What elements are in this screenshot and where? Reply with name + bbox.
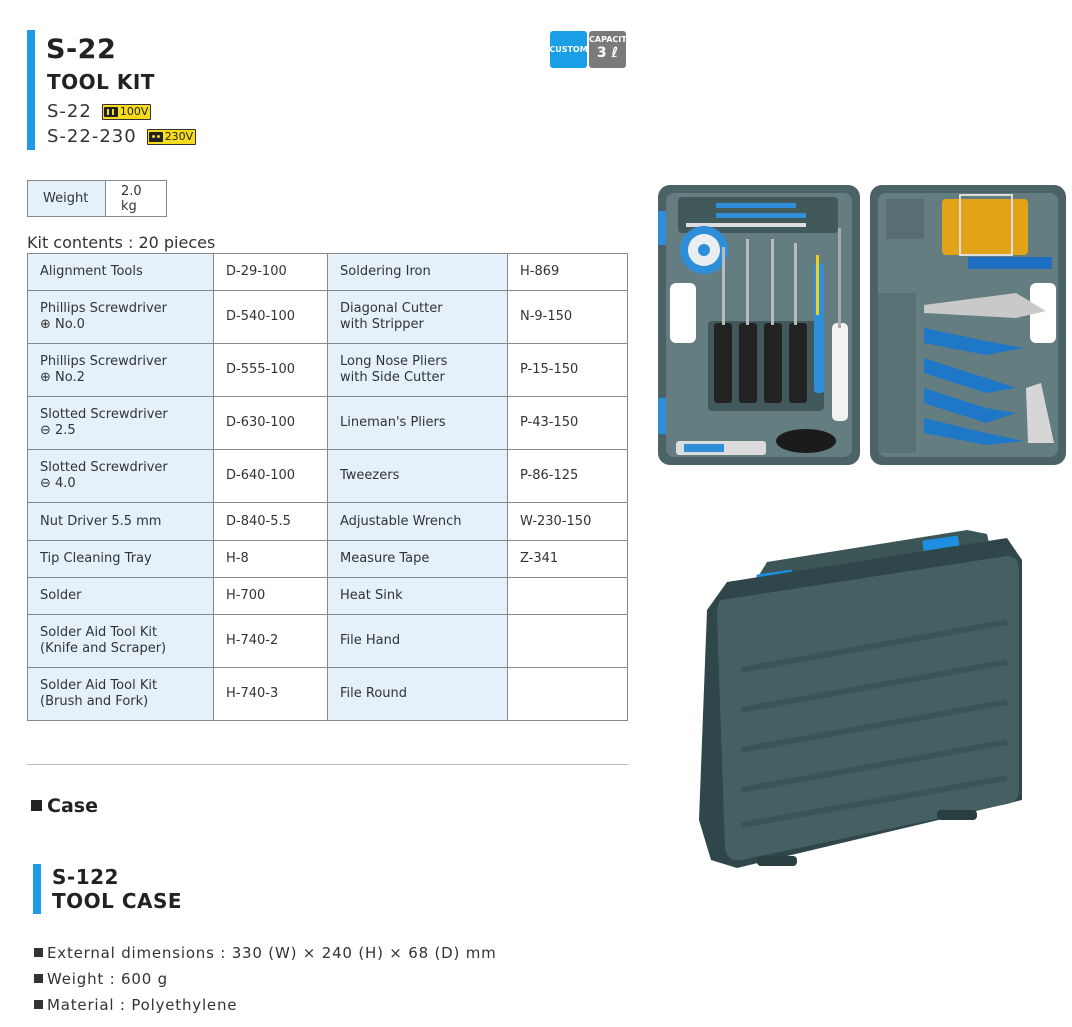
spec-material: Material : Polyethylene bbox=[34, 996, 237, 1014]
item-code: H-8 bbox=[213, 540, 328, 578]
spec-dimensions: External dimensions : 330 (W) × 240 (H) … bbox=[34, 944, 497, 962]
item-name: Nut Driver 5.5 mm bbox=[27, 502, 214, 541]
case-code: S-122 bbox=[52, 865, 119, 889]
voltage-badge: 100V bbox=[101, 103, 152, 120]
spec-text: Weight : 600 g bbox=[47, 970, 168, 988]
table-row: Solder H-700 Heat Sink bbox=[27, 577, 628, 615]
spec-text: Material : Polyethylene bbox=[47, 996, 238, 1014]
title-accent-bar bbox=[27, 30, 35, 150]
contents-table: Alignment Tools D-29-100 Soldering Iron H-8… bbox=[27, 253, 628, 721]
item-name: Phillips Screwdriver ⊕ No.2 bbox=[27, 343, 214, 397]
item-name: Tweezers bbox=[327, 449, 508, 503]
table-row: Phillips Screwdriver ⊕ No.2 D-555-100 Long… bbox=[27, 343, 628, 397]
item-name: Heat Sink bbox=[327, 577, 508, 615]
spec-weight: Weight : 600 g bbox=[34, 970, 168, 988]
item-code: D-630-100 bbox=[213, 396, 328, 450]
item-code: D-555-100 bbox=[213, 343, 328, 397]
product-name: TOOL KIT bbox=[47, 70, 155, 94]
item-code: P-86-125 bbox=[507, 449, 628, 503]
spec-text: External dimensions : 330 (W) × 240 (H) … bbox=[47, 944, 497, 962]
weight-table: Weight 2.0 kg bbox=[27, 180, 167, 217]
square-bullet-icon bbox=[34, 974, 43, 983]
item-code: P-43-150 bbox=[507, 396, 628, 450]
open-tool-kit-photo bbox=[658, 185, 1066, 465]
item-name: Alignment Tools bbox=[27, 253, 214, 291]
custom-badge: CUSTOM bbox=[549, 31, 588, 68]
table-row: Solder Aid Tool Kit (Knife and Scraper) H… bbox=[27, 614, 628, 668]
item-name: Solder bbox=[27, 577, 214, 615]
table-row: Tip Cleaning Tray H-8 Measure Tape Z-341 bbox=[27, 540, 628, 578]
item-name: Diagonal Cutter with Stripper bbox=[327, 290, 508, 344]
square-bullet-icon bbox=[34, 948, 43, 957]
round-plug-icon bbox=[148, 131, 163, 142]
item-code: H-740-3 bbox=[213, 667, 328, 721]
item-name: File Round bbox=[327, 667, 508, 721]
item-name: Lineman's Pliers bbox=[327, 396, 508, 450]
variant-100v: S-22 100V bbox=[47, 101, 152, 122]
kit-contents-label: Kit contents : 20 pieces bbox=[27, 233, 216, 252]
voltage-label: 100V bbox=[119, 104, 149, 118]
item-code bbox=[507, 667, 628, 721]
item-name: Solder Aid Tool Kit (Knife and Scraper) bbox=[27, 614, 214, 668]
variant-code: S-22 bbox=[47, 101, 92, 122]
variant-230v: S-22-230 230V bbox=[47, 126, 197, 147]
item-code: D-840-5.5 bbox=[213, 502, 328, 541]
capacity-badge: CAPACITY 3 ℓ bbox=[589, 31, 633, 68]
item-code: D-640-100 bbox=[213, 449, 328, 503]
item-code: P-15-150 bbox=[507, 343, 628, 397]
closed-tool-case-photo bbox=[699, 530, 1022, 868]
case-name: TOOL CASE bbox=[52, 889, 183, 913]
item-code: Z-341 bbox=[507, 540, 628, 578]
item-code: D-540-100 bbox=[213, 290, 328, 344]
capacity-label: CAPACITY bbox=[589, 35, 633, 44]
section-divider bbox=[27, 764, 628, 765]
voltage-badge: 230V bbox=[146, 128, 197, 145]
variant-code: S-22-230 bbox=[47, 126, 137, 147]
item-name: Slotted Screwdriver ⊖ 4.0 bbox=[27, 449, 214, 503]
item-code: H-869 bbox=[507, 253, 628, 291]
weight-value: 2.0 kg bbox=[105, 180, 167, 217]
product-code: S-22 bbox=[46, 34, 117, 65]
item-name: Tip Cleaning Tray bbox=[27, 540, 214, 578]
item-name: Solder Aid Tool Kit (Brush and Fork) bbox=[27, 667, 214, 721]
item-name: Adjustable Wrench bbox=[327, 502, 508, 541]
item-code bbox=[507, 614, 628, 668]
case-accent-bar bbox=[33, 864, 41, 914]
item-name: Phillips Screwdriver ⊕ No.0 bbox=[27, 290, 214, 344]
table-row: Phillips Screwdriver ⊕ No.0 D-540-100 Diag… bbox=[27, 290, 628, 344]
item-name: File Hand bbox=[327, 614, 508, 668]
voltage-label: 230V bbox=[164, 129, 194, 143]
capacity-value: 3 ℓ bbox=[596, 45, 619, 61]
square-bullet-icon bbox=[34, 1000, 43, 1009]
item-name: Slotted Screwdriver ⊖ 2.5 bbox=[27, 396, 214, 450]
item-name: Soldering Iron bbox=[327, 253, 508, 291]
table-row: Solder Aid Tool Kit (Brush and Fork) H-74… bbox=[27, 667, 628, 721]
table-row: Slotted Screwdriver ⊖ 4.0 D-640-100 Tweeze… bbox=[27, 449, 628, 503]
item-code: N-9-150 bbox=[507, 290, 628, 344]
item-code bbox=[507, 577, 628, 615]
item-code: H-740-2 bbox=[213, 614, 328, 668]
item-code: D-29-100 bbox=[213, 253, 328, 291]
table-row: Alignment Tools D-29-100 Soldering Iron H-8… bbox=[27, 253, 628, 291]
table-row: Slotted Screwdriver ⊖ 2.5 D-630-100 Linema… bbox=[27, 396, 628, 450]
case-heading: Case bbox=[31, 795, 98, 817]
item-name: Measure Tape bbox=[327, 540, 508, 578]
square-bullet-icon bbox=[31, 800, 42, 811]
table-row: Nut Driver 5.5 mm D-840-5.5 Adjustable Wre… bbox=[27, 502, 628, 541]
item-code: W-230-150 bbox=[507, 502, 628, 541]
item-name: Long Nose Pliers with Side Cutter bbox=[327, 343, 508, 397]
case-heading-text: Case bbox=[47, 795, 98, 817]
flat-plug-icon bbox=[103, 106, 118, 117]
weight-label: Weight bbox=[27, 180, 106, 217]
item-code: H-700 bbox=[213, 577, 328, 615]
